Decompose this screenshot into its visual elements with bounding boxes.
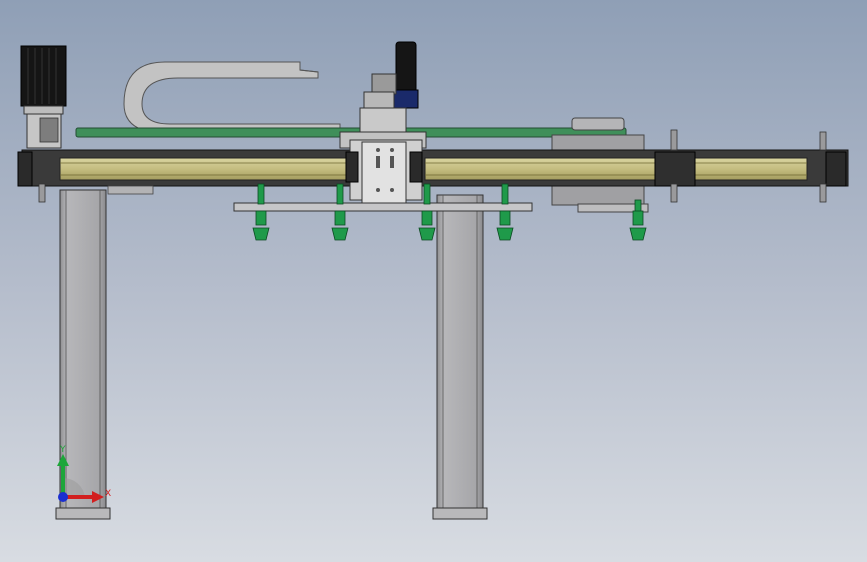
z-axis-motor [359,41,419,133]
main-linear-rail [17,129,849,203]
servo-motor [20,45,67,149]
gantry-assembly-drawing: Y X [17,41,849,520]
right-support-column [432,194,488,520]
suction-cup-bar [233,202,533,212]
suction-cup-4 [496,183,514,241]
rail-carriage [339,131,427,205]
cable-drag-chain [123,61,341,134]
cad-viewport[interactable]: Y X [0,0,867,562]
suction-cup-2 [331,183,349,241]
x-axis-label: X [105,489,111,499]
z-axis-dot [58,492,68,502]
suction-cup-1 [252,183,270,241]
y-axis-label: Y [59,445,66,455]
